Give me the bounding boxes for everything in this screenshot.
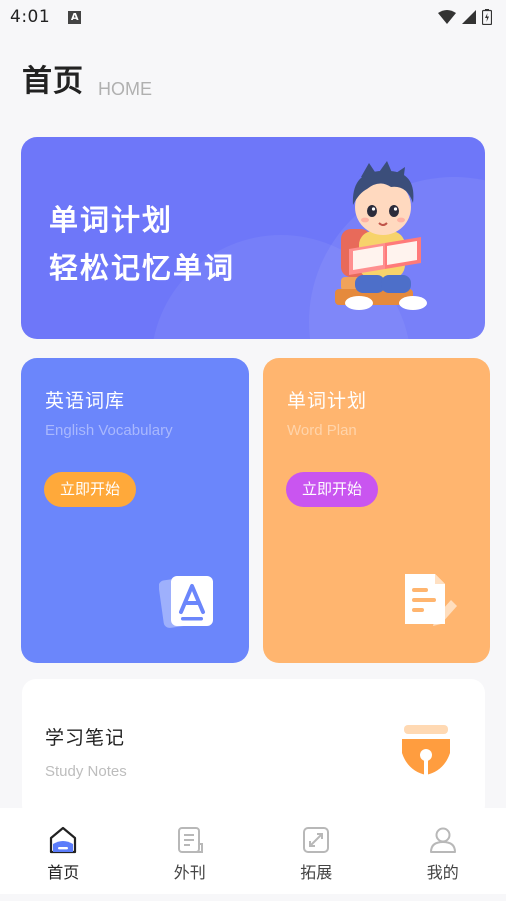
tab-label: 首页 — [47, 863, 80, 882]
boy-reading-illustration — [335, 161, 427, 310]
card-title: 英语词库 — [45, 390, 126, 412]
tab-expand[interactable]: 拓展 — [253, 808, 380, 894]
vocabulary-a-icon — [159, 576, 213, 628]
battery-icon — [482, 9, 492, 25]
card-subtitle: English Vocabulary — [45, 422, 173, 439]
home-icon — [50, 826, 77, 854]
tab-label: 外刊 — [173, 863, 206, 882]
pen-nib-icon — [402, 725, 450, 775]
card-subtitle: Word Plan — [287, 422, 357, 439]
notification-icon: A — [68, 10, 82, 24]
notes-subtitle: Study Notes — [45, 763, 127, 780]
notes-title: 学习笔记 — [45, 727, 126, 749]
tab-home[interactable]: 首页 — [0, 808, 127, 894]
status-time: 4:01 — [10, 7, 51, 27]
banner-title: 单词计划 — [49, 203, 174, 237]
profile-icon — [429, 827, 456, 853]
signal-icon — [462, 10, 476, 24]
word-plan-start-button[interactable]: 立即开始 — [286, 472, 379, 507]
word-plan-banner[interactable]: 单词计划 轻松记忆单词 — [21, 137, 485, 339]
status-icons — [438, 9, 492, 25]
page-header: 首页 HOME — [22, 64, 152, 100]
expand-icon — [303, 827, 330, 853]
page-subtitle: HOME — [98, 79, 152, 99]
card-title: 单词计划 — [287, 390, 368, 412]
vocabulary-start-button[interactable]: 立即开始 — [44, 472, 137, 507]
english-vocabulary-card[interactable]: 英语词库 English Vocabulary 立即开始 — [21, 358, 249, 663]
study-notes-card[interactable]: 学习笔记 Study Notes — [22, 679, 485, 819]
tab-profile[interactable]: 我的 — [380, 808, 506, 894]
tab-journals[interactable]: 外刊 — [127, 808, 254, 894]
page-title: 首页 — [22, 64, 84, 99]
wifi-icon — [438, 10, 456, 24]
tab-label: 我的 — [426, 863, 459, 882]
status-bar: 4:01 A — [0, 0, 506, 34]
word-plan-card[interactable]: 单词计划 Word Plan 立即开始 — [263, 358, 490, 663]
banner-subtitle: 轻松记忆单词 — [49, 251, 236, 285]
document-icon — [177, 827, 203, 853]
bottom-tab-bar: 首页 外刊 拓展 我的 — [0, 808, 506, 894]
edit-document-icon — [405, 574, 457, 626]
navigation-bar-area — [0, 894, 506, 901]
tab-label: 拓展 — [300, 863, 333, 882]
